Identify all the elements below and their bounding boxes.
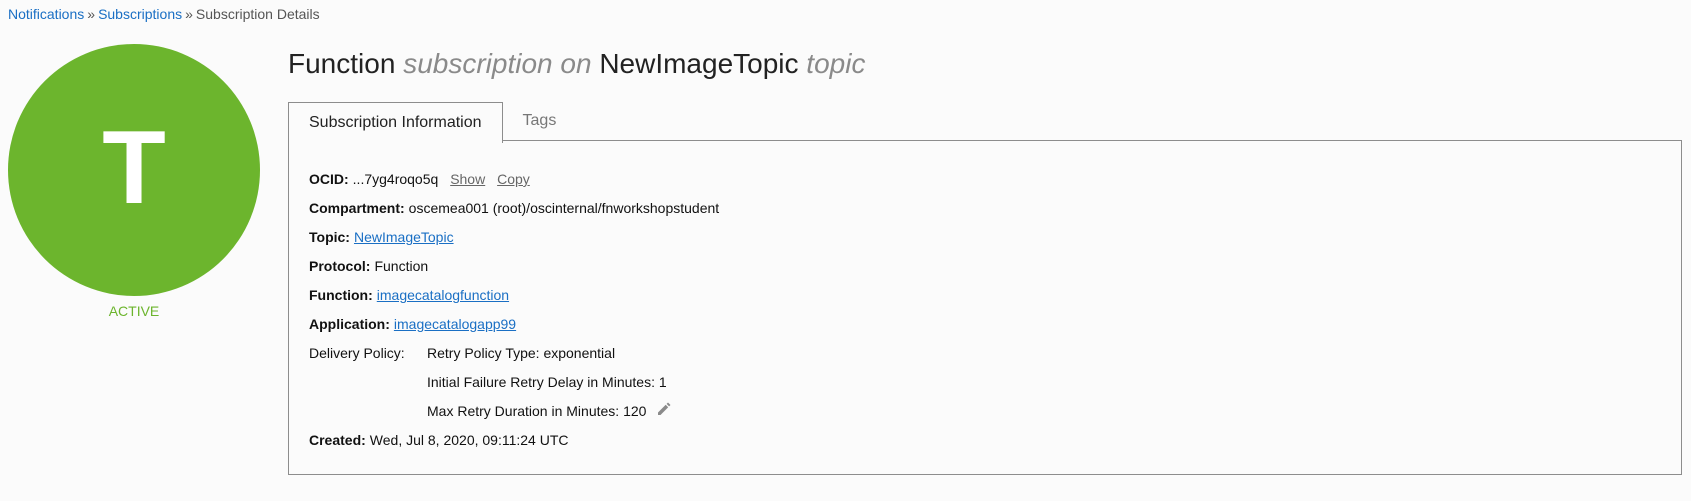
- subscription-info-panel: OCID: ...7yg4roqo5q Show Copy Compartment…: [288, 140, 1682, 475]
- created-label: Created:: [309, 432, 366, 448]
- delivery-policy-label: Delivery Policy:: [309, 345, 405, 361]
- application-label: Application:: [309, 316, 390, 332]
- delivery-policy-row: Delivery Policy: Retry Policy Type: expo…: [309, 339, 719, 426]
- ocid-label: OCID:: [309, 171, 349, 187]
- compartment-row: Compartment: oscemea001 (root)/oscinterna…: [309, 194, 719, 223]
- delivery-policy-values: Retry Policy Type: exponential Initial F…: [427, 339, 672, 426]
- pencil-icon[interactable]: [656, 398, 672, 427]
- ocid-row: OCID: ...7yg4roqo5q Show Copy: [309, 165, 719, 194]
- breadcrumb-current: Subscription Details: [195, 6, 320, 22]
- initial-retry-delay: Initial Failure Retry Delay in Minutes: …: [427, 374, 667, 390]
- page-title: Function subscription on NewImageTopic t…: [288, 44, 865, 84]
- tab-tags[interactable]: Tags: [503, 102, 577, 141]
- compartment-label: Compartment:: [309, 200, 405, 216]
- tab-subscription-information[interactable]: Subscription Information: [288, 102, 503, 143]
- protocol-value: Function: [374, 258, 429, 274]
- retry-policy-type: Retry Policy Type: exponential: [427, 345, 616, 361]
- ocid-show-link[interactable]: Show: [450, 171, 485, 187]
- ocid-value: ...7yg4roqo5q: [352, 171, 439, 187]
- created-value: Wed, Jul 8, 2020, 09:11:24 UTC: [369, 432, 569, 448]
- avatar-letter: T: [102, 110, 166, 226]
- protocol-row: Protocol: Function: [309, 252, 719, 281]
- application-link[interactable]: imagecatalogapp99: [394, 316, 516, 332]
- subscription-details-page: Notifications» Subscriptions» Subscription…: [0, 0, 1691, 501]
- breadcrumb-notifications[interactable]: Notifications: [8, 6, 84, 22]
- function-link[interactable]: imagecatalogfunction: [377, 287, 509, 303]
- max-retry-duration-line: Max Retry Duration in Minutes: 120: [427, 397, 672, 426]
- ocid-copy-link[interactable]: Copy: [497, 171, 530, 187]
- function-label: Function:: [309, 287, 373, 303]
- protocol-label: Protocol:: [309, 258, 371, 274]
- breadcrumb-separator: »: [185, 6, 193, 22]
- topic-row: Topic: NewImageTopic: [309, 223, 719, 252]
- breadcrumb-separator: »: [87, 6, 96, 22]
- created-row: Created: Wed, Jul 8, 2020, 09:11:24 UTC: [309, 426, 719, 455]
- topic-link[interactable]: NewImageTopic: [354, 229, 454, 245]
- title-suffix: topic: [806, 48, 866, 79]
- details-list: OCID: ...7yg4roqo5q Show Copy Compartment…: [309, 165, 719, 455]
- title-protocol: Function: [288, 48, 396, 79]
- subscription-avatar: T: [8, 44, 260, 296]
- application-row: Application: imagecatalogapp99: [309, 310, 719, 339]
- breadcrumb: Notifications» Subscriptions» Subscription…: [8, 5, 320, 23]
- topic-label: Topic:: [309, 229, 350, 245]
- title-topic-name: NewImageTopic: [599, 48, 799, 79]
- tab-bar: Subscription Information Tags: [288, 102, 577, 143]
- title-middle: subscription on: [403, 48, 592, 79]
- function-row: Function: imagecatalogfunction: [309, 281, 719, 310]
- status-label: ACTIVE: [108, 303, 160, 319]
- compartment-value: oscemea001 (root)/oscinternal/fnworkshop…: [408, 200, 720, 216]
- max-retry-duration: Max Retry Duration in Minutes: 120: [427, 403, 647, 419]
- breadcrumb-subscriptions[interactable]: Subscriptions: [98, 6, 182, 22]
